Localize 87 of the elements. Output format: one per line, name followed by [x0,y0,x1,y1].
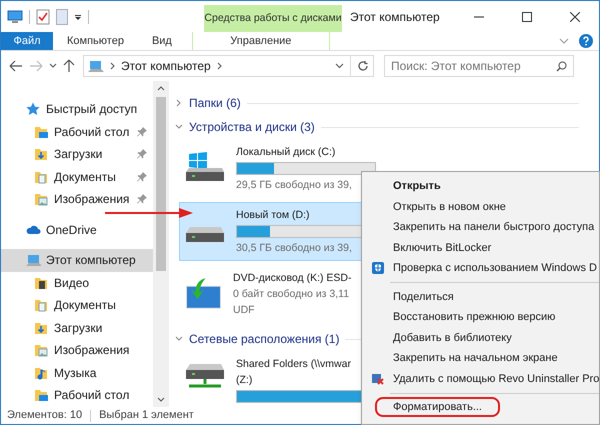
nav-item[interactable]: Этот компьютер [1,249,153,272]
uninstaller-icon [372,372,384,385]
network-drive-icon [186,364,224,388]
scroll-down-icon[interactable] [157,397,165,402]
up-arrow-icon[interactable] [63,59,75,73]
ribbon-tab[interactable]: Вид [138,32,186,50]
drive-details: UDF [233,303,256,318]
pin-icon[interactable] [137,194,147,204]
nav-item[interactable]: Изображения [1,188,153,210]
computer-icon [26,253,41,268]
folder-icon [34,388,49,402]
chevron-right-icon[interactable] [216,62,222,70]
contextual-tab-header: Средства работы с дисками [204,5,342,32]
nav-item[interactable]: Документы [1,166,153,188]
nav-item[interactable]: Загрузки [1,316,153,339]
folder-icon [34,124,49,139]
document-folder-icon [34,298,49,312]
drive-name: Shared Folders (\\vmwar [236,357,352,372]
search-icon[interactable] [556,60,567,72]
nav-item[interactable]: Документы [1,294,153,316]
computer-icon[interactable] [7,10,23,24]
picture-folder-icon [34,192,49,206]
address-segment[interactable]: Этот компьютер [121,57,211,75]
refresh-icon[interactable] [357,60,369,72]
nav-item[interactable]: Музыка [1,362,153,384]
menu-item[interactable]: Добавить в библиотеку [393,330,512,346]
properties-icon[interactable] [36,8,50,24]
star-icon [26,102,41,116]
item-count: Элементов: 10 [7,408,82,424]
windows-drive-icon [186,152,224,181]
search-field[interactable]: Поиск: Этот компьютер [384,55,574,77]
menu-item[interactable]: Форматировать... [375,397,500,418]
video-folder-icon [34,276,49,290]
chevron-right-icon[interactable] [175,99,183,107]
menu-item[interactable]: Восстановить прежнюю версию [393,309,556,326]
pin-icon[interactable] [137,126,147,137]
help-icon[interactable] [579,34,593,48]
chevron-right-icon [110,62,115,70]
drive-details: 29,5 ГБ свободно из 39, [236,178,353,193]
hard-drive-icon [186,227,224,242]
group-header[interactable]: Сетевые расположения (1) [189,330,340,348]
shield-icon [372,262,384,274]
nav-item[interactable]: OneDrive [1,218,153,241]
ribbon-tab[interactable]: Компьютер [53,32,138,50]
dvd-drive-icon [186,278,221,309]
document-folder-icon [34,170,49,184]
drive-name: (Z:) [236,373,254,388]
menu-item[interactable]: Открыть [393,178,441,194]
menu-item[interactable]: Поделиться [393,288,454,305]
pin-icon[interactable] [137,149,147,160]
drive-details: 30,5 ГБ свободно из 39, [236,241,353,256]
chevron-down-icon[interactable] [175,123,183,131]
chevron-down-icon[interactable] [49,63,57,69]
pin-icon[interactable] [137,172,147,182]
close-icon[interactable] [570,12,580,22]
menu-item[interactable]: Закрепить на начальном экране [393,350,558,366]
nav-item[interactable]: Рабочий стол [1,120,153,143]
window-title: Этот компьютер [349,8,440,26]
picture-folder-icon [34,343,49,358]
nav-item[interactable]: Быстрый доступ [1,98,153,120]
ribbon-tab[interactable]: Файл [1,32,53,50]
drive-details: 0 байт свободно из 3,11 [233,287,350,302]
drive-name: Новый том (D:) [236,208,310,223]
scrollbar-thumb[interactable] [156,97,166,271]
drive-name: Локальный диск (C:) [236,145,336,160]
nav-item[interactable]: Видео [1,272,153,294]
address-field[interactable]: Этот компьютер [83,55,374,77]
drive-name: DVD-дисковод (K:) ESD- [233,271,352,286]
music-folder-icon [34,366,49,380]
download-folder-icon [34,147,49,162]
selection-status: Выбран 1 элемент [99,408,194,424]
download-folder-icon [34,320,49,335]
dropdown-icon[interactable] [74,12,82,20]
group-header[interactable]: Папки (6) [189,94,241,112]
ribbon-tab[interactable]: Управление [192,32,330,50]
chevron-down-icon[interactable] [175,335,183,343]
back-arrow-icon[interactable] [9,60,23,72]
scroll-up-icon[interactable] [157,86,165,91]
group-header[interactable]: Устройства и диски (3) [189,118,315,136]
menu-item[interactable]: Проверка с использованием Windows D [393,260,597,276]
nav-item[interactable]: Рабочий стол [1,384,153,406]
computer-icon [88,60,104,72]
nav-item[interactable]: Загрузки [1,143,153,166]
nav-item[interactable]: Изображения [1,339,153,362]
menu-item[interactable]: Удалить с помощью Revo Uninstaller Pro [393,370,600,387]
maximize-icon[interactable] [522,12,532,22]
chevron-down-icon[interactable] [335,63,344,69]
